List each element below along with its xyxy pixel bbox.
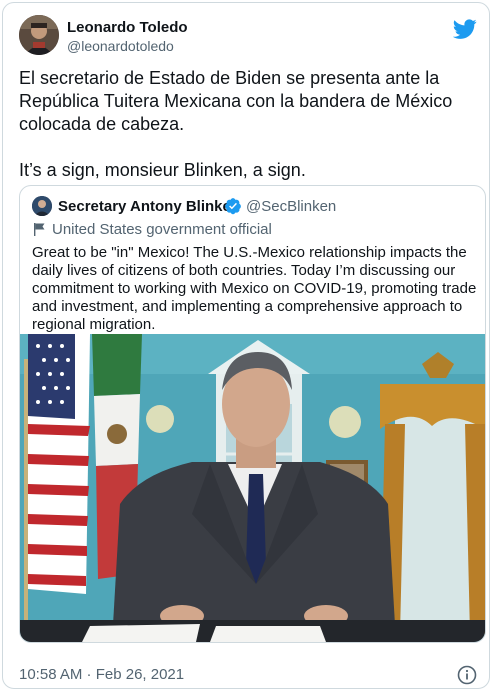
quoted-author-avatar[interactable] <box>32 196 52 216</box>
tweet-header: Leonardo Toledo @leonardotoledo <box>19 15 477 59</box>
verified-badge-icon <box>225 198 241 215</box>
tweet-paragraph-2: It’s a sign, monsieur Blinken, a sign. <box>19 160 306 180</box>
author-name[interactable]: Leonardo Toledo <box>67 19 188 36</box>
quoted-tweet-header: Secretary Antony Blinken @SecBlinken <box>32 196 473 218</box>
info-icon[interactable] <box>457 665 477 685</box>
quoted-author-name[interactable]: Secretary Antony Blinken <box>58 198 240 215</box>
quoted-tweet-text: Great to be "in" Mexico! The U.S.-Mexico… <box>32 244 477 333</box>
quoted-tweet-photo[interactable] <box>20 334 485 642</box>
government-flag-icon <box>34 223 45 236</box>
twitter-bird-icon[interactable] <box>453 17 477 41</box>
tweet-timestamp[interactable]: 10:58 AM · Feb 26, 2021 <box>19 666 184 683</box>
government-label[interactable]: United States government official <box>32 220 473 240</box>
government-label-text: United States government official <box>52 221 272 238</box>
author-avatar[interactable] <box>19 15 59 55</box>
tweet-text: El secretario de Estado de Biden se pres… <box>19 67 475 182</box>
quoted-author-handle[interactable]: @SecBlinken <box>246 198 336 215</box>
author-handle[interactable]: @leonardotoledo <box>67 38 174 54</box>
tweet-paragraph-1: El secretario de Estado de Biden se pres… <box>19 68 453 134</box>
quoted-tweet[interactable]: Secretary Antony Blinken @SecBlinken Uni… <box>19 185 486 643</box>
tweet-card[interactable]: Leonardo Toledo @leonardotoledo El secre… <box>2 2 490 689</box>
